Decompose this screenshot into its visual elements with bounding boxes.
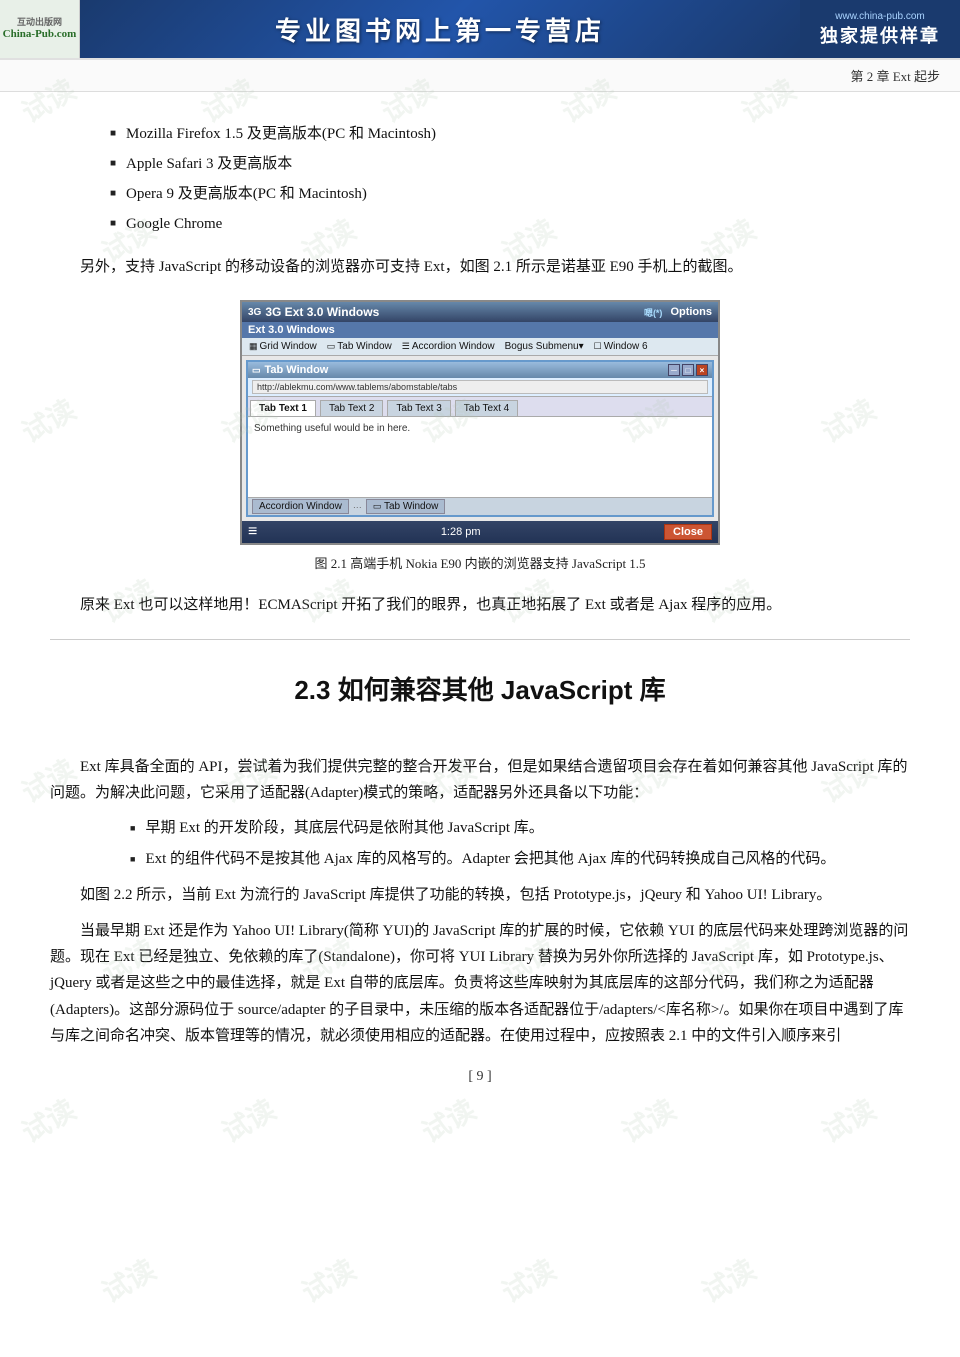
list-item: Google Chrome (110, 212, 910, 236)
list-item: Apple Safari 3 及更高版本 (110, 152, 910, 176)
logo-site: China-Pub.com (3, 28, 77, 41)
nokia-inner-window: ▭ Tab Window ─ □ × http://ablekmu.com/ww… (246, 360, 714, 517)
menu-icon: ≡ (248, 523, 257, 541)
toolbar-accordion-label: Accordion Window (412, 341, 495, 352)
nokia-win-controls: ─ □ × (668, 364, 708, 376)
accordion-btn[interactable]: Accordion Window (252, 499, 349, 514)
tab-window-label: Tab Window (384, 501, 438, 512)
tab-window-icon: ▭ (373, 501, 382, 511)
header-center-banner: 专业图书网上第一专营店 (80, 0, 800, 58)
list-item: Opera 9 及更高版本(PC 和 Macintosh) (110, 182, 910, 206)
header-slogan: 独家提供样章 (820, 22, 940, 48)
figure-container: 3G 3G Ext 3.0 Windows 嗯(*) Options Ext 3… (50, 300, 910, 572)
page-header: 互动出版网 China-Pub.com 专业图书网上第一专营店 www.chin… (0, 0, 960, 60)
section-divider (50, 639, 910, 640)
logo-top: 互动出版网 (3, 17, 77, 28)
nokia-screenshot: 3G 3G Ext 3.0 Windows 嗯(*) Options Ext 3… (240, 300, 720, 545)
nokia-window-content: Something useful would be in here. (248, 417, 712, 497)
tab-1[interactable]: Tab Text 1 (250, 400, 316, 416)
logo-text: 互动出版网 China-Pub.com (3, 17, 77, 41)
nokia-win-icon: ▭ (252, 365, 261, 376)
chapter-bar: 第 2 章 Ext 起步 (0, 60, 960, 92)
nokia-titlebar: 3G 3G Ext 3.0 Windows 嗯(*) Options (242, 302, 718, 322)
tab-2[interactable]: Tab Text 2 (320, 400, 383, 416)
grid-icon: ▦ (249, 341, 258, 352)
nokia-options: Options (670, 306, 712, 318)
paragraph-intro: 另外，支持 JavaScript 的移动设备的浏览器亦可支持 Ext，如图 2.… (50, 254, 910, 280)
nokia-toolbar: ▦ Grid Window ▭ Tab Window ☰ Accordion W… (242, 338, 718, 356)
toolbar-tab[interactable]: ▭ Tab Window (324, 340, 395, 353)
sub-list-item-2: Ext 的组件代码不是按其他 Ajax 库的风格写的。Adapter 会把其他 … (130, 847, 910, 872)
watermark-item: 试读 (294, 1249, 363, 1312)
section-heading-2-3: 2.3 如何兼容其他 JavaScript 库 (50, 670, 910, 707)
logo: 互动出版网 China-Pub.com (0, 0, 80, 58)
url-bar-container: http://ablekmu.com/www.tablems/abomstabl… (248, 378, 712, 397)
close-button[interactable]: × (696, 364, 708, 376)
nokia-win-titlebar: ▭ Tab Window ─ □ × (248, 362, 712, 378)
nokia-title-left: 3G 3G Ext 3.0 Windows (248, 305, 379, 319)
minimize-button[interactable]: ─ (668, 364, 680, 376)
maximize-button[interactable]: □ (682, 364, 694, 376)
tab-icon: ▭ (327, 341, 336, 352)
nokia-signal: 嗯(*) (644, 306, 663, 319)
paragraph-ecma: 原来 Ext 也可以这样地用！ECMAScript 开拓了我们的眼界，也真正地拓… (50, 592, 910, 618)
header-url: www.china-pub.com (835, 11, 924, 22)
sub-list-item-1: 早期 Ext 的开发阶段，其底层代码是依附其他 JavaScript 库。 (130, 816, 910, 841)
browser-list: Mozilla Firefox 1.5 及更高版本(PC 和 Macintosh… (110, 122, 910, 236)
separator: ··· (353, 502, 362, 512)
content-text: Something useful would be in here. (254, 423, 410, 434)
toolbar-tab-label: Tab Window (337, 341, 391, 352)
close-btn[interactable]: Close (664, 524, 712, 540)
toolbar-bogus-label: Bogus Submenu▾ (505, 341, 584, 352)
nokia-win-title: Tab Window (265, 364, 329, 376)
toolbar-bogus[interactable]: Bogus Submenu▾ (502, 340, 587, 353)
paragraph-fig2-2: 如图 2.2 所示，当前 Ext 为流行的 JavaScript 库提供了功能的… (50, 882, 910, 908)
list-item: Mozilla Firefox 1.5 及更高版本(PC 和 Macintosh… (110, 122, 910, 146)
page-number: [ 9 ] (50, 1069, 910, 1085)
nokia-tabs: Tab Text 1 Tab Text 2 Tab Text 3 Tab Tex… (248, 397, 712, 417)
tab-4[interactable]: Tab Text 4 (455, 400, 518, 416)
adapter-list: 早期 Ext 的开发阶段，其底层代码是依附其他 JavaScript 库。 Ex… (130, 816, 910, 872)
watermark-item: 试读 (494, 1249, 563, 1312)
toolbar-window6[interactable]: ☐ Window 6 (591, 340, 651, 353)
tab-window-btn[interactable]: ▭ Tab Window (366, 499, 446, 514)
watermark-item: 试读 (694, 1249, 763, 1312)
paragraph-ext-api: Ext 库具备全面的 API，尝试着为我们提供完整的整合开发平台，但是如果结合遗… (50, 754, 910, 807)
nokia-menu-title: Ext 3.0 Windows (242, 322, 718, 338)
nokia-statusbar: ≡ 1:28 pm Close (242, 521, 718, 543)
nokia-bottom-bar: Accordion Window ··· ▭ Tab Window (248, 497, 712, 515)
toolbar-grid-label: Grid Window (260, 341, 317, 352)
window-icon: ☐ (594, 341, 602, 352)
toolbar-grid[interactable]: ▦ Grid Window (246, 340, 320, 353)
accordion-icon: ☰ (402, 341, 410, 352)
nokia-win-title-group: ▭ Tab Window (252, 364, 328, 376)
figure-caption: 图 2.1 高端手机 Nokia E90 内嵌的浏览器支持 JavaScript… (314, 553, 645, 572)
tab-3[interactable]: Tab Text 3 (387, 400, 450, 416)
time-display: 1:28 pm (441, 526, 481, 538)
nokia-3g: 3G (248, 307, 261, 318)
toolbar-accordion[interactable]: ☰ Accordion Window (399, 340, 498, 353)
header-right-banner: www.china-pub.com 独家提供样章 (800, 0, 960, 58)
chapter-title: 第 2 章 Ext 起步 (850, 66, 940, 85)
nokia-right-controls: 嗯(*) Options (644, 306, 712, 319)
main-content: Mozilla Firefox 1.5 及更高版本(PC 和 Macintosh… (0, 92, 960, 1115)
watermark-item: 试读 (94, 1249, 163, 1312)
nokia-app-title: 3G Ext 3.0 Windows (265, 305, 379, 319)
paragraph-yui: 当最早期 Ext 还是作为 Yahoo UI! Library(简称 YUI)的… (50, 918, 910, 1049)
header-center-title: 专业图书网上第一专营店 (275, 11, 605, 48)
url-bar[interactable]: http://ablekmu.com/www.tablems/abomstabl… (252, 380, 708, 394)
toolbar-window6-label: Window 6 (604, 341, 648, 352)
